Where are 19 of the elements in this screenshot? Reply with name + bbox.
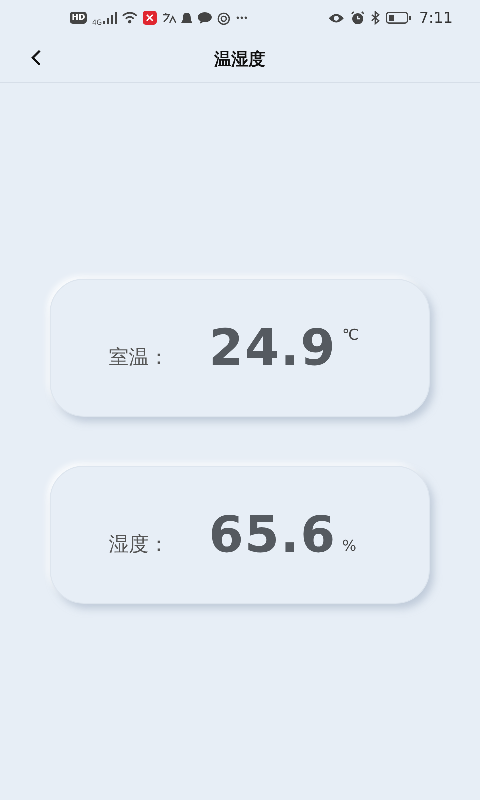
reading-label: 室温：	[109, 344, 170, 370]
bell-icon	[181, 12, 194, 24]
reading-unit: ℃	[342, 326, 360, 344]
chat-icon	[198, 12, 212, 24]
hd-badge: HD	[70, 12, 88, 24]
clock-time: 7:11	[419, 9, 453, 27]
eye-icon	[328, 12, 346, 24]
signal-icon	[103, 12, 118, 24]
reading-label: 湿度：	[109, 530, 170, 558]
page-title: 温湿度	[214, 48, 266, 70]
bluetooth-icon	[371, 11, 380, 25]
alarm-icon	[351, 11, 366, 25]
more-icon	[236, 16, 248, 20]
app-icon	[143, 11, 158, 25]
battery-icon	[386, 12, 412, 24]
reading-value: 65.6	[209, 506, 336, 564]
reading-unit: %	[342, 537, 357, 555]
reading-value: 24.9	[209, 319, 336, 377]
wifi-icon	[122, 12, 138, 24]
